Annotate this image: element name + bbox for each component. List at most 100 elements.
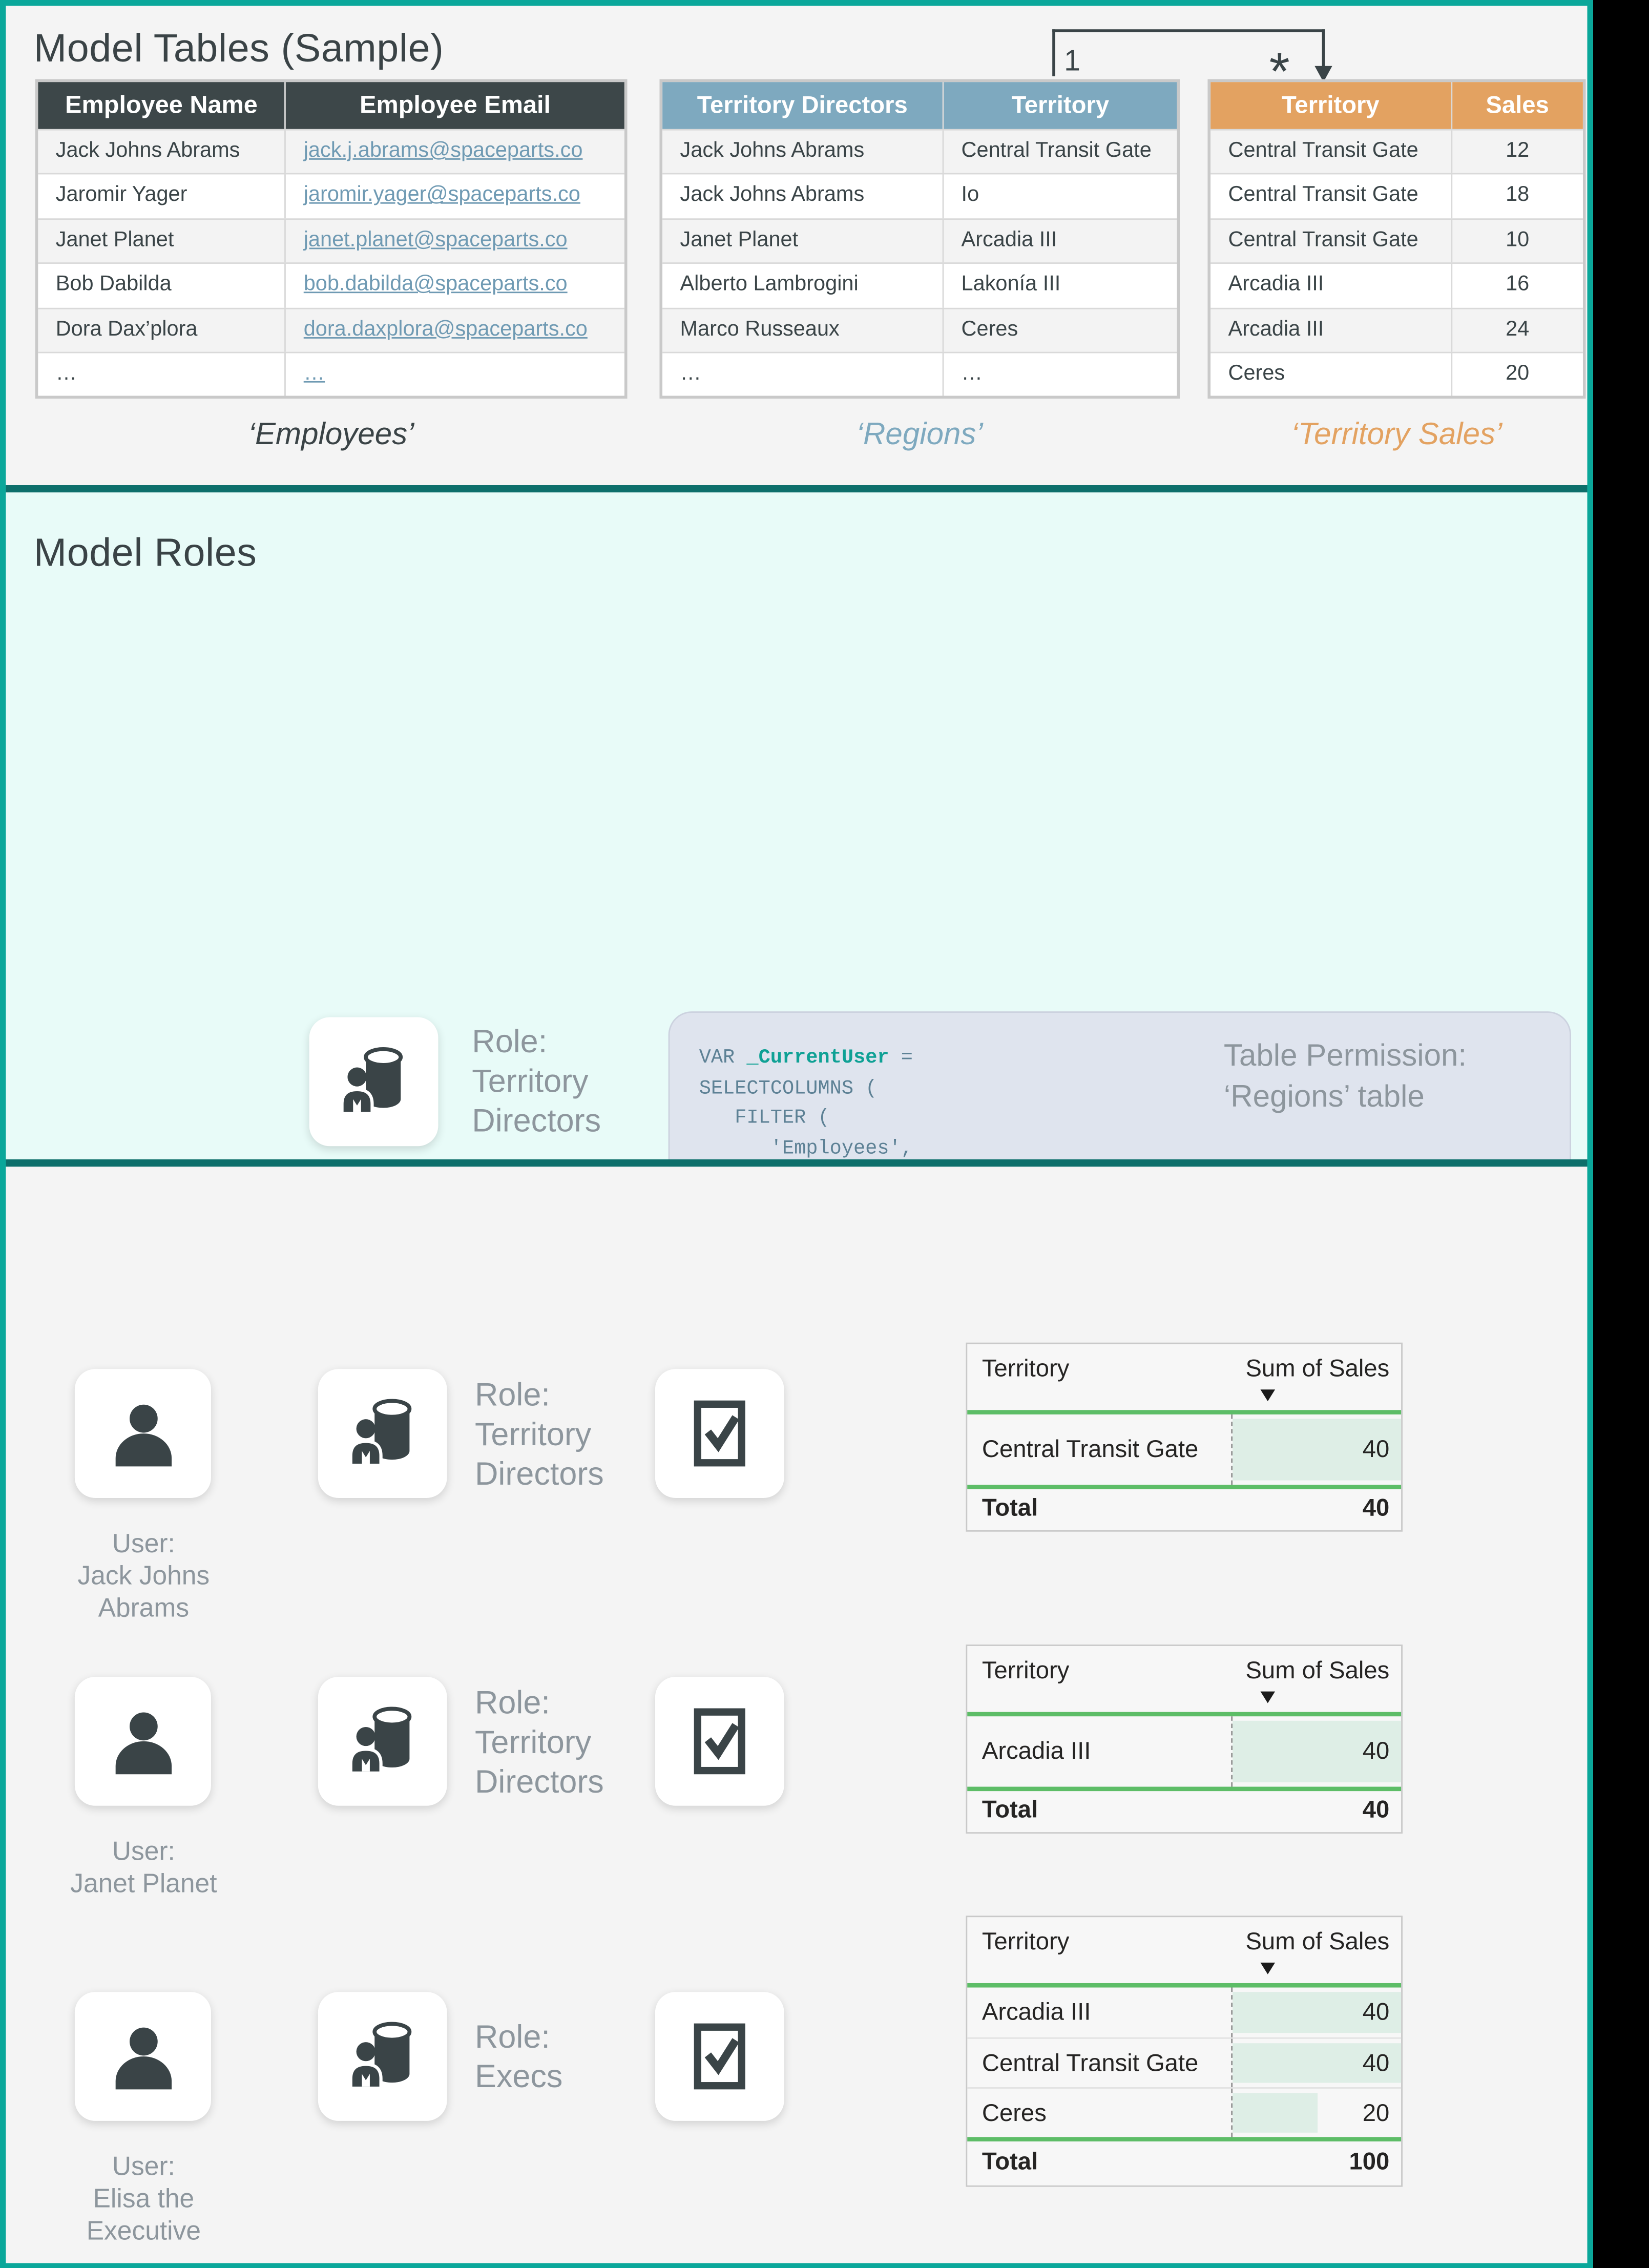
- role-card: [318, 1369, 447, 1498]
- table-cell: Central Transit Gate: [944, 131, 1177, 174]
- table-row: Jack Johns Abramsjack.j.abrams@spacepart…: [38, 129, 624, 174]
- role-label: Role: Execs: [475, 2017, 562, 2096]
- report-divider: [967, 1983, 1401, 1988]
- report-value: 40: [1363, 1414, 1390, 1485]
- user-card: [75, 1369, 211, 1498]
- report-divider: [967, 2137, 1401, 2141]
- table-cell: Arcadia III: [944, 220, 1177, 263]
- checked-checkbox-icon: [655, 1704, 784, 1778]
- role-label: Role: Territory Directors: [475, 1682, 604, 1801]
- employees-table: Employee NameEmployee EmailJack Johns Ab…: [35, 79, 628, 399]
- person-icon: [75, 1392, 211, 1474]
- model-roles-title: Model Roles: [34, 531, 257, 576]
- table-cell: Ceres: [944, 308, 1177, 351]
- report-territory-cell: Arcadia III: [967, 1716, 1231, 1786]
- report-territory-cell: Central Transit Gate: [967, 2039, 1231, 2087]
- table-row: Arcadia III16: [1210, 263, 1583, 307]
- column-header: Territory Directors: [662, 82, 944, 129]
- report-value-cell: 40: [1231, 1414, 1401, 1485]
- report-total-row: Total100: [967, 2141, 1401, 2186]
- report-column-territory: Territory: [982, 1658, 1069, 1686]
- sort-descending-icon: [1260, 1692, 1275, 1703]
- role-card: [318, 1992, 447, 2121]
- table-row: Jack Johns AbramsCentral Transit Gate: [662, 129, 1177, 174]
- sort-descending-icon: [1260, 1389, 1275, 1401]
- role-label-line: Execs: [475, 2056, 562, 2096]
- total-value: 40: [1363, 1791, 1401, 1832]
- table-cell: Arcadia III: [1210, 264, 1452, 307]
- table-permission-line: ‘Regions’ table: [1224, 1077, 1467, 1118]
- table-cell: Jack Johns Abrams: [662, 175, 944, 218]
- person-icon: [75, 1700, 211, 1782]
- report-value-cell: 40: [1231, 1988, 1401, 2037]
- relationship-line-left: [1052, 29, 1055, 76]
- column-header: Territory: [944, 82, 1177, 129]
- role-label-line: Directors: [475, 1454, 604, 1493]
- user-caption-line: Elisa the: [35, 2182, 252, 2215]
- table-cell: Jack Johns Abrams: [38, 131, 286, 174]
- table-permission-line: Table Permission:: [1224, 1036, 1467, 1077]
- table-cell: Bob Dabilda: [38, 264, 286, 307]
- role-label-line: Role:: [475, 1375, 604, 1414]
- report-value-cell: 40: [1231, 2039, 1401, 2087]
- email-link[interactable]: bob.dabilda@spaceparts.co: [286, 264, 624, 307]
- table-cell: Dora Dax’plora: [38, 308, 286, 351]
- report-row: Ceres 20: [967, 2087, 1401, 2137]
- email-link[interactable]: jaromir.yager@spaceparts.co: [286, 175, 624, 218]
- table-cell: Central Transit Gate: [1210, 131, 1452, 174]
- table-row: Central Transit Gate12: [1210, 129, 1583, 174]
- user-caption-line: User:: [35, 1527, 252, 1559]
- relationship-line-right: [1322, 29, 1325, 67]
- report-column-sum-of-sales: Sum of Sales: [1245, 1356, 1389, 1383]
- email-link[interactable]: janet.planet@spaceparts.co: [286, 220, 624, 263]
- report-total-row: Total40: [967, 1489, 1401, 1530]
- table-cell: Arcadia III: [1210, 308, 1452, 351]
- access-checkbox-card: [655, 1677, 784, 1806]
- email-link[interactable]: dora.daxplora@spaceparts.co: [286, 308, 624, 351]
- checked-checkbox-icon: [655, 2020, 784, 2093]
- role-label-line: Territory: [475, 1414, 604, 1454]
- report-column-sum-of-sales: Sum of Sales: [1245, 1658, 1389, 1686]
- access-checkbox-card: [655, 1992, 784, 2121]
- table-cell: …: [944, 353, 1177, 396]
- table-row: Dora Dax’ploradora.daxplora@spaceparts.c…: [38, 307, 624, 352]
- territory-sales-caption: ‘Territory Sales’: [1207, 418, 1585, 453]
- security-role-icon: [309, 1042, 439, 1121]
- user-caption-line: Jack Johns: [35, 1559, 252, 1592]
- role-label-line: Territory: [472, 1061, 601, 1100]
- infographic-stage: Model Tables (Sample) 1 * Employee NameE…: [0, 0, 1649, 2268]
- role-label: Role: Territory Directors: [475, 1375, 604, 1494]
- checked-checkbox-icon: [655, 1397, 784, 1470]
- table-cell: 20: [1452, 353, 1582, 396]
- table-row: Central Transit Gate18: [1210, 174, 1583, 218]
- total-label: Total: [967, 1489, 1038, 1530]
- table-row: Ceres20: [1210, 352, 1583, 397]
- report-column-sum-of-sales: Sum of Sales: [1245, 1929, 1389, 1957]
- report-value-cell: 20: [1231, 2089, 1401, 2137]
- role-label-line: Role:: [472, 1022, 601, 1061]
- section-divider: [6, 485, 1587, 492]
- model-tables-title: Model Tables (Sample): [34, 26, 444, 72]
- table-cell: 12: [1452, 131, 1582, 174]
- table-header-row: Employee NameEmployee Email: [38, 82, 624, 129]
- table-row: Central Transit Gate10: [1210, 218, 1583, 263]
- table-cell: Janet Planet: [38, 220, 286, 263]
- email-link[interactable]: jack.j.abrams@spaceparts.co: [286, 131, 624, 174]
- report-value: 20: [1363, 2089, 1390, 2138]
- report-territory-cell: Ceres: [967, 2089, 1231, 2137]
- relationship-one-label: 1: [1064, 46, 1080, 79]
- report-table: TerritorySum of SalesCentral Transit Gat…: [966, 1343, 1403, 1532]
- table-row: Jack Johns AbramsIo: [662, 174, 1177, 218]
- report-divider: [967, 1787, 1401, 1792]
- user-caption: User: Elisa the Executive: [35, 2150, 252, 2247]
- table-row: ……: [38, 352, 624, 397]
- table-row: Alberto LambroginiLakonía III: [662, 263, 1177, 307]
- table-cell: Marco Russeaux: [662, 308, 944, 351]
- table-cell: …: [286, 353, 624, 396]
- section-divider: [6, 1159, 1587, 1167]
- model-tables-section: Model Tables (Sample) 1 * Employee NameE…: [6, 6, 1587, 485]
- table-cell: Lakonía III: [944, 264, 1177, 307]
- table-row: Janet PlanetArcadia III: [662, 218, 1177, 263]
- column-header: Employee Email: [286, 82, 624, 129]
- access-checkbox-card: [655, 1369, 784, 1498]
